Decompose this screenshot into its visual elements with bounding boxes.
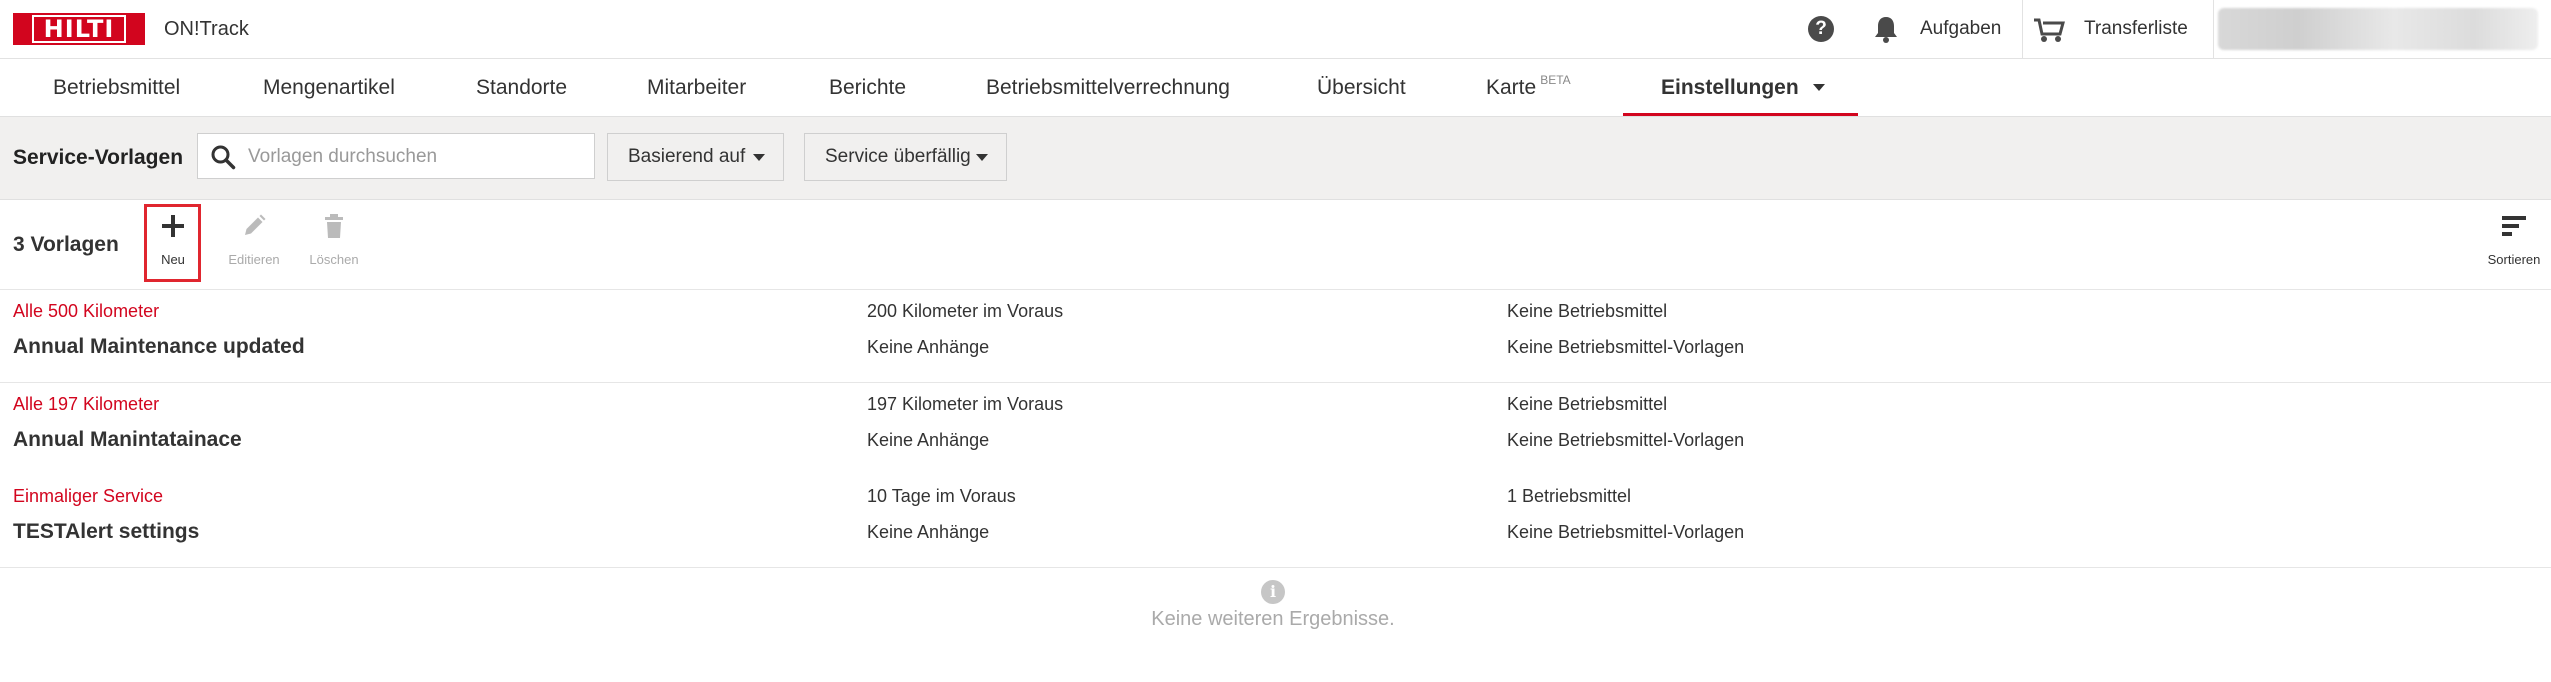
app-name: ON!Track [164, 18, 249, 40]
toolbar: 3 Vorlagen Neu Editieren Löschen Sortier… [0, 200, 2551, 290]
trash-icon [325, 214, 343, 238]
advance-notice: 197 Kilometer im Voraus [867, 394, 1064, 414]
chevron-down-icon [976, 154, 988, 161]
nav-karte-label: Karte [1486, 76, 1537, 99]
search-box[interactable] [197, 133, 595, 180]
beta-badge: BETA [1540, 73, 1571, 87]
advance-notice: 10 Tage im Voraus [867, 486, 1016, 506]
nav-mengenartikel[interactable]: Mengenartikel [263, 59, 395, 116]
new-button-label: Neu [161, 252, 185, 267]
nav-einstellungen-label: Einstellungen [1661, 76, 1799, 99]
edit-button[interactable]: Editieren [225, 200, 283, 280]
template-type-link[interactable]: Einmaliger Service [13, 486, 163, 507]
divider [2022, 0, 2023, 58]
sort-button[interactable]: Sortieren [2484, 200, 2544, 280]
hilti-logo[interactable]: HILTI [13, 13, 145, 45]
delete-button[interactable]: Löschen [305, 200, 363, 280]
advance-notice: 200 Kilometer im Voraus [867, 301, 1064, 321]
attachments: Keine Anhänge [867, 337, 990, 357]
nav-mitarbeiter[interactable]: Mitarbeiter [647, 59, 746, 116]
based-on-dropdown[interactable]: Basierend auf [607, 133, 784, 181]
edit-button-label: Editieren [228, 252, 280, 267]
cart-icon[interactable] [2032, 14, 2066, 44]
asset-templates: Keine Betriebsmittel-Vorlagen [1507, 522, 1745, 542]
nav-einstellungen[interactable]: Einstellungen [1661, 59, 1825, 116]
template-name: TESTAlert settings [13, 520, 200, 543]
top-bar: HILTI ON!Track ? Aufgaben Transferliste [0, 0, 2551, 59]
table-row[interactable]: Einmaliger Service TESTAlert settings 10… [0, 475, 2551, 568]
sort-icon [2502, 216, 2526, 236]
info-icon: i [1261, 580, 1285, 604]
template-name: Annual Maintenance updated [13, 335, 305, 358]
nav-berichte[interactable]: Berichte [829, 59, 906, 116]
service-overdue-label: Service überfällig [825, 146, 971, 167]
chevron-down-icon [1812, 84, 1825, 91]
based-on-label: Basierend auf [628, 146, 746, 167]
page-title: Service-Vorlagen [13, 146, 184, 169]
attachments: Keine Anhänge [867, 522, 990, 542]
template-type-link[interactable]: Alle 197 Kilometer [13, 394, 159, 415]
no-more-results: Keine weiteren Ergebnisse. [1151, 608, 1395, 630]
table-row[interactable]: Alle 500 Kilometer Annual Maintenance up… [0, 290, 2551, 383]
template-count: 3 Vorlagen [13, 233, 119, 256]
nav-betriebsmittel[interactable]: Betriebsmittel [53, 59, 180, 116]
chevron-down-icon [753, 154, 765, 161]
sort-button-label: Sortieren [2487, 252, 2541, 267]
template-name: Annual Manintatainace [13, 428, 242, 451]
help-icon[interactable]: ? [1808, 16, 1834, 42]
transfer-list-link[interactable]: Transferliste [2084, 0, 2188, 58]
nav-standorte[interactable]: Standorte [476, 59, 567, 116]
table-row[interactable]: Alle 197 Kilometer Annual Manintatainace… [0, 383, 2551, 476]
bell-icon[interactable] [1872, 14, 1900, 44]
new-button[interactable]: Neu [144, 200, 202, 280]
logo-text: HILTI [31, 15, 127, 43]
assets: Keine Betriebsmittel [1507, 301, 1668, 321]
nav-uebersicht[interactable]: Übersicht [1317, 59, 1406, 116]
asset-templates: Keine Betriebsmittel-Vorlagen [1507, 430, 1745, 450]
attachments: Keine Anhänge [867, 430, 990, 450]
user-menu[interactable] [2218, 8, 2538, 50]
template-type-link[interactable]: Alle 500 Kilometer [13, 301, 159, 322]
divider [2213, 0, 2214, 58]
search-icon [211, 145, 236, 170]
search-input[interactable] [246, 134, 590, 180]
filter-bar: Service-Vorlagen Basierend auf Service ü… [0, 117, 2551, 200]
active-tab-indicator [1623, 113, 1858, 116]
main-nav: Betriebsmittel Mengenartikel Standorte M… [0, 59, 2551, 117]
asset-templates: Keine Betriebsmittel-Vorlagen [1507, 337, 1745, 357]
assets: Keine Betriebsmittel [1507, 394, 1668, 414]
nav-betriebsmittelverrechnung[interactable]: Betriebsmittelverrechnung [986, 59, 1230, 116]
tasks-link[interactable]: Aufgaben [1920, 0, 2001, 58]
pencil-icon [245, 214, 266, 235]
delete-button-label: Löschen [309, 252, 359, 267]
nav-karte[interactable]: Karte BETA [1486, 59, 1571, 116]
assets: 1 Betriebsmittel [1507, 486, 1632, 506]
service-overdue-dropdown[interactable]: Service überfällig [804, 133, 1007, 181]
plus-icon [162, 215, 184, 237]
